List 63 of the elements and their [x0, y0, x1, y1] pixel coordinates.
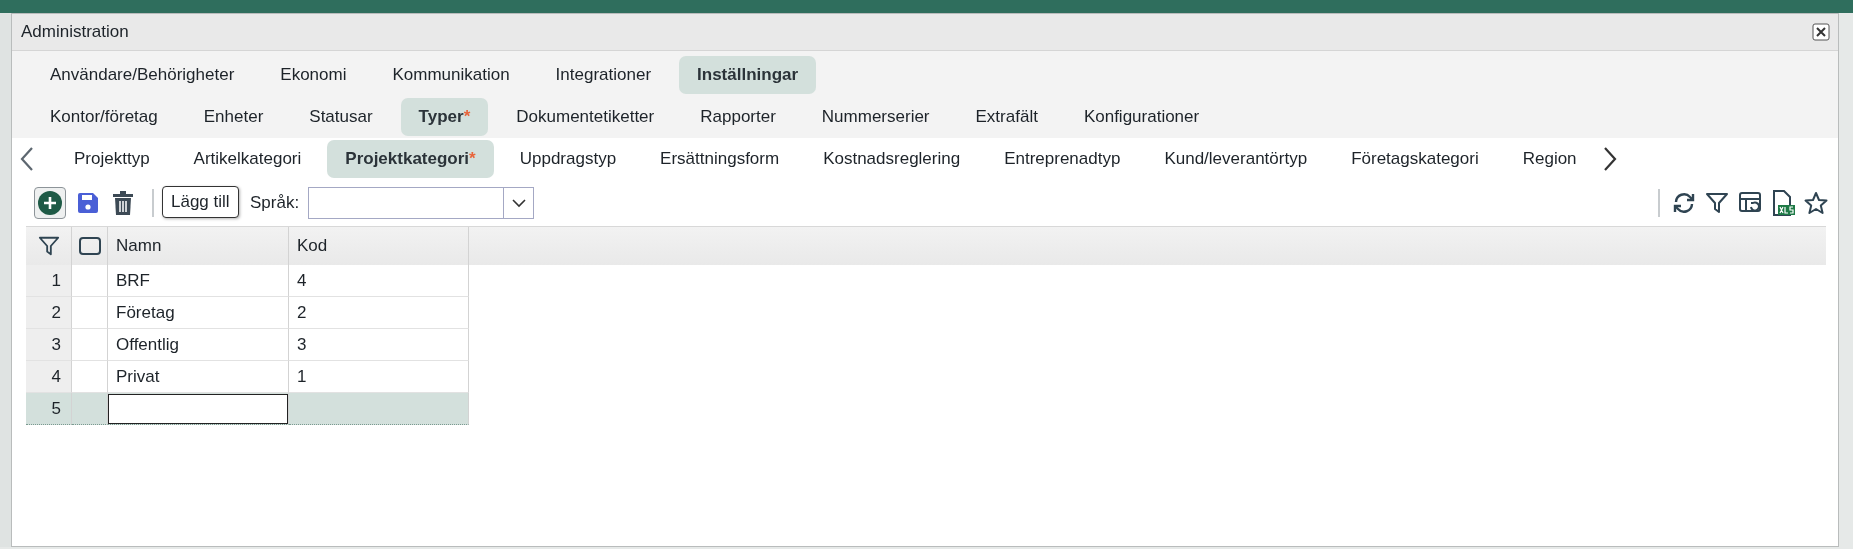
tab[interactable]: Typer*	[400, 98, 489, 136]
tab[interactable]: Projektkategori*	[327, 140, 494, 178]
save-icon[interactable]	[76, 191, 100, 215]
refresh-icon[interactable]	[1672, 191, 1696, 215]
tab[interactable]: Konfigurationer	[1065, 98, 1218, 136]
table-cell: BRF	[108, 265, 289, 297]
tab[interactable]: Uppdragstyp	[501, 140, 635, 178]
window-title: Administration	[21, 22, 129, 42]
table-cell: 4	[289, 265, 469, 297]
tab[interactable]: Företagskategori	[1333, 140, 1497, 178]
tab[interactable]: Dokumentetiketter	[498, 98, 673, 136]
table-cell: Offentlig	[108, 329, 289, 361]
add-button[interactable]	[34, 187, 66, 219]
row-number: 3	[26, 329, 72, 361]
tab[interactable]: Kontor/företag	[32, 98, 176, 136]
row-number: 4	[26, 361, 72, 393]
table-cell	[72, 361, 108, 393]
table-row[interactable]: 3 Offentlig 3	[26, 329, 469, 361]
table-cell: Privat	[108, 361, 289, 393]
tab[interactable]: Region	[1504, 140, 1595, 178]
tab[interactable]: Användare/Behörigheter	[32, 56, 253, 94]
table-row[interactable]: 1 BRF 4	[26, 265, 469, 297]
tab[interactable]: Kostnadsreglering	[805, 140, 979, 178]
table-row[interactable]: 5	[26, 393, 469, 425]
table-reset-icon[interactable]	[1738, 191, 1762, 215]
row-number: 5	[26, 393, 72, 425]
table-cell: Företag	[108, 297, 289, 329]
tab[interactable]: Kund/leverantörtyp	[1146, 140, 1326, 178]
column-filter-icon[interactable]	[37, 235, 60, 257]
chevron-left-icon[interactable]	[20, 146, 34, 172]
table-row[interactable]: 2 Företag 2	[26, 297, 469, 329]
tab[interactable]: Ekonomi	[262, 56, 365, 94]
tab[interactable]: Rapporter	[682, 98, 794, 136]
tab[interactable]: Extrafält	[957, 98, 1056, 136]
tab[interactable]: Integrationer	[537, 56, 670, 94]
tab[interactable]: Ersättningsform	[642, 140, 798, 178]
table-cell	[72, 297, 108, 329]
chevron-right-icon[interactable]	[1602, 146, 1617, 172]
table-cell: 2	[289, 297, 469, 329]
table-row[interactable]: 4 Privat 1	[26, 361, 469, 393]
excel-export-icon[interactable]	[1771, 190, 1795, 216]
table-cell: 1	[289, 361, 469, 393]
tab[interactable]: Projekttyp	[56, 140, 168, 178]
tab[interactable]: Entreprenadtyp	[986, 140, 1139, 178]
tab[interactable]: Nummerserier	[803, 98, 948, 136]
tab[interactable]: Inställningar	[679, 56, 817, 94]
favorite-star-icon[interactable]	[1804, 191, 1828, 215]
tab[interactable]: Statusar	[291, 98, 391, 136]
table-cell: 3	[289, 329, 469, 361]
dropdown-caret-icon[interactable]	[511, 198, 526, 208]
delete-icon[interactable]	[112, 191, 134, 215]
tab[interactable]: Enheter	[185, 98, 282, 136]
select-all-icon[interactable]	[78, 237, 101, 255]
tab[interactable]: Kommunikation	[374, 56, 528, 94]
close-icon[interactable]	[1812, 23, 1830, 41]
row-number: 2	[26, 297, 72, 329]
name-input-field[interactable]	[108, 393, 288, 424]
filter-icon[interactable]	[1705, 191, 1729, 215]
row-number: 1	[26, 265, 72, 297]
table-cell	[72, 329, 108, 361]
language-label: Språk:	[250, 193, 300, 213]
tooltip: Lägg till	[162, 186, 239, 218]
tab[interactable]: Artikelkategori	[175, 140, 320, 178]
